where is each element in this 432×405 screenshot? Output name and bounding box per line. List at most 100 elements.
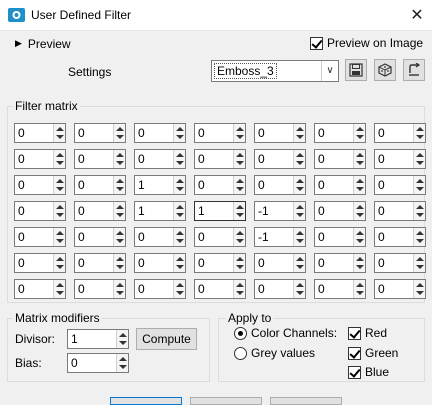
matrix-cell-r5-c5[interactable]: -1 bbox=[254, 227, 306, 247]
spinner-arrows-icon[interactable] bbox=[233, 202, 245, 220]
spinner-arrows-icon[interactable] bbox=[53, 202, 65, 220]
spinner-arrows-icon[interactable] bbox=[353, 150, 365, 168]
matrix-cell-r1-c6[interactable]: 0 bbox=[314, 123, 366, 143]
spinner-arrows-icon[interactable] bbox=[293, 280, 305, 298]
grey-values-radio[interactable] bbox=[234, 346, 247, 360]
spinner-arrows-icon[interactable] bbox=[53, 176, 65, 194]
matrix-cell-r4-c6[interactable]: 0 bbox=[314, 201, 366, 221]
preview-toggle[interactable]: ▶ Preview bbox=[15, 36, 71, 52]
matrix-cell-r5-c3[interactable]: 0 bbox=[134, 227, 186, 247]
matrix-cell-r6-c4[interactable]: 0 bbox=[194, 253, 246, 273]
spinner-arrows-icon[interactable] bbox=[113, 124, 125, 142]
compute-button[interactable]: Compute bbox=[136, 328, 197, 350]
preset-dropdown[interactable]: Emboss_3 ∨ bbox=[211, 60, 339, 82]
matrix-cell-r5-c1[interactable]: 0 bbox=[14, 227, 66, 247]
reset-button[interactable] bbox=[403, 59, 425, 81]
matrix-cell-r2-c4[interactable]: 0 bbox=[194, 149, 246, 169]
grey-values-option[interactable]: Grey values bbox=[234, 346, 315, 360]
spinner-arrows-icon[interactable] bbox=[53, 124, 65, 142]
matrix-cell-r4-c1[interactable]: 0 bbox=[14, 201, 66, 221]
matrix-cell-r4-c2[interactable]: 0 bbox=[74, 201, 126, 221]
spinner-arrows-icon[interactable] bbox=[113, 202, 125, 220]
spinner-arrows-icon[interactable] bbox=[353, 280, 365, 298]
blue-channel-option[interactable]: Blue bbox=[348, 365, 389, 379]
matrix-cell-r6-c3[interactable]: 0 bbox=[134, 253, 186, 273]
spinner-arrows-icon[interactable] bbox=[233, 176, 245, 194]
spinner-arrows-icon[interactable] bbox=[293, 254, 305, 272]
matrix-cell-r6-c7[interactable]: 0 bbox=[374, 253, 426, 273]
spinner-arrows-icon[interactable] bbox=[53, 150, 65, 168]
matrix-cell-r4-c7[interactable]: 0 bbox=[374, 201, 426, 221]
spinner-arrows-icon[interactable] bbox=[53, 254, 65, 272]
preview-on-image-checkbox-row[interactable]: Preview on Image bbox=[310, 36, 423, 50]
matrix-cell-r5-c4[interactable]: 0 bbox=[194, 227, 246, 247]
matrix-cell-r7-c1[interactable]: 0 bbox=[14, 279, 66, 299]
spinner-arrows-icon[interactable] bbox=[233, 280, 245, 298]
blue-checkbox[interactable] bbox=[348, 365, 361, 379]
matrix-cell-r3-c2[interactable]: 0 bbox=[74, 175, 126, 195]
spinner-arrows-icon[interactable] bbox=[173, 280, 185, 298]
matrix-cell-r2-c7[interactable]: 0 bbox=[374, 149, 426, 169]
matrix-cell-r4-c4[interactable]: 1 bbox=[194, 201, 246, 221]
spinner-arrows-icon[interactable] bbox=[233, 124, 245, 142]
spinner-arrows-icon[interactable] bbox=[173, 176, 185, 194]
spinner-arrows-icon[interactable] bbox=[53, 228, 65, 246]
spinner-arrows-icon[interactable] bbox=[113, 150, 125, 168]
matrix-cell-r2-c3[interactable]: 0 bbox=[134, 149, 186, 169]
spinner-arrows-icon[interactable] bbox=[413, 202, 425, 220]
matrix-cell-r3-c7[interactable]: 0 bbox=[374, 175, 426, 195]
matrix-cell-r3-c3[interactable]: 1 bbox=[134, 175, 186, 195]
matrix-cell-r1-c4[interactable]: 0 bbox=[194, 123, 246, 143]
spinner-arrows-icon[interactable] bbox=[353, 254, 365, 272]
matrix-cell-r1-c7[interactable]: 0 bbox=[374, 123, 426, 143]
preview-on-image-checkbox[interactable] bbox=[310, 36, 323, 50]
matrix-cell-r2-c2[interactable]: 0 bbox=[74, 149, 126, 169]
matrix-cell-r3-c6[interactable]: 0 bbox=[314, 175, 366, 195]
matrix-cell-r7-c7[interactable]: 0 bbox=[374, 279, 426, 299]
bias-spinner[interactable]: 0 bbox=[67, 353, 129, 373]
matrix-cell-r6-c2[interactable]: 0 bbox=[74, 253, 126, 273]
spinner-arrows-icon[interactable] bbox=[116, 330, 128, 348]
matrix-cell-r3-c1[interactable]: 0 bbox=[14, 175, 66, 195]
spinner-arrows-icon[interactable] bbox=[113, 254, 125, 272]
matrix-cell-r4-c5[interactable]: -1 bbox=[254, 201, 306, 221]
spinner-arrows-icon[interactable] bbox=[293, 124, 305, 142]
ok-button[interactable] bbox=[110, 397, 182, 405]
color-channels-option[interactable]: Color Channels: bbox=[234, 326, 337, 340]
spinner-arrows-icon[interactable] bbox=[293, 176, 305, 194]
spinner-arrows-icon[interactable] bbox=[413, 176, 425, 194]
matrix-cell-r1-c1[interactable]: 0 bbox=[14, 123, 66, 143]
matrix-cell-r7-c4[interactable]: 0 bbox=[194, 279, 246, 299]
matrix-cell-r6-c6[interactable]: 0 bbox=[314, 253, 366, 273]
spinner-arrows-icon[interactable] bbox=[413, 280, 425, 298]
matrix-cell-r7-c5[interactable]: 0 bbox=[254, 279, 306, 299]
spinner-arrows-icon[interactable] bbox=[173, 228, 185, 246]
matrix-cell-r1-c2[interactable]: 0 bbox=[74, 123, 126, 143]
spinner-arrows-icon[interactable] bbox=[293, 228, 305, 246]
spinner-arrows-icon[interactable] bbox=[353, 124, 365, 142]
matrix-cell-r6-c1[interactable]: 0 bbox=[14, 253, 66, 273]
matrix-cell-r2-c1[interactable]: 0 bbox=[14, 149, 66, 169]
spinner-arrows-icon[interactable] bbox=[173, 254, 185, 272]
color-channels-radio[interactable] bbox=[234, 326, 247, 340]
matrix-cell-r6-c5[interactable]: 0 bbox=[254, 253, 306, 273]
matrix-cell-r5-c6[interactable]: 0 bbox=[314, 227, 366, 247]
spinner-arrows-icon[interactable] bbox=[113, 228, 125, 246]
spinner-arrows-icon[interactable] bbox=[173, 124, 185, 142]
spinner-arrows-icon[interactable] bbox=[353, 202, 365, 220]
spinner-arrows-icon[interactable] bbox=[113, 176, 125, 194]
spinner-arrows-icon[interactable] bbox=[353, 176, 365, 194]
spinner-arrows-icon[interactable] bbox=[413, 254, 425, 272]
green-checkbox[interactable] bbox=[348, 346, 361, 360]
red-checkbox[interactable] bbox=[348, 326, 361, 340]
spinner-arrows-icon[interactable] bbox=[233, 150, 245, 168]
divisor-spinner[interactable]: 1 bbox=[67, 329, 129, 349]
spinner-arrows-icon[interactable] bbox=[173, 150, 185, 168]
spinner-arrows-icon[interactable] bbox=[413, 228, 425, 246]
matrix-cell-r1-c3[interactable]: 0 bbox=[134, 123, 186, 143]
spinner-arrows-icon[interactable] bbox=[413, 124, 425, 142]
matrix-cell-r4-c3[interactable]: 1 bbox=[134, 201, 186, 221]
cancel-button[interactable] bbox=[190, 397, 262, 405]
spinner-arrows-icon[interactable] bbox=[116, 354, 128, 372]
matrix-cell-r2-c5[interactable]: 0 bbox=[254, 149, 306, 169]
